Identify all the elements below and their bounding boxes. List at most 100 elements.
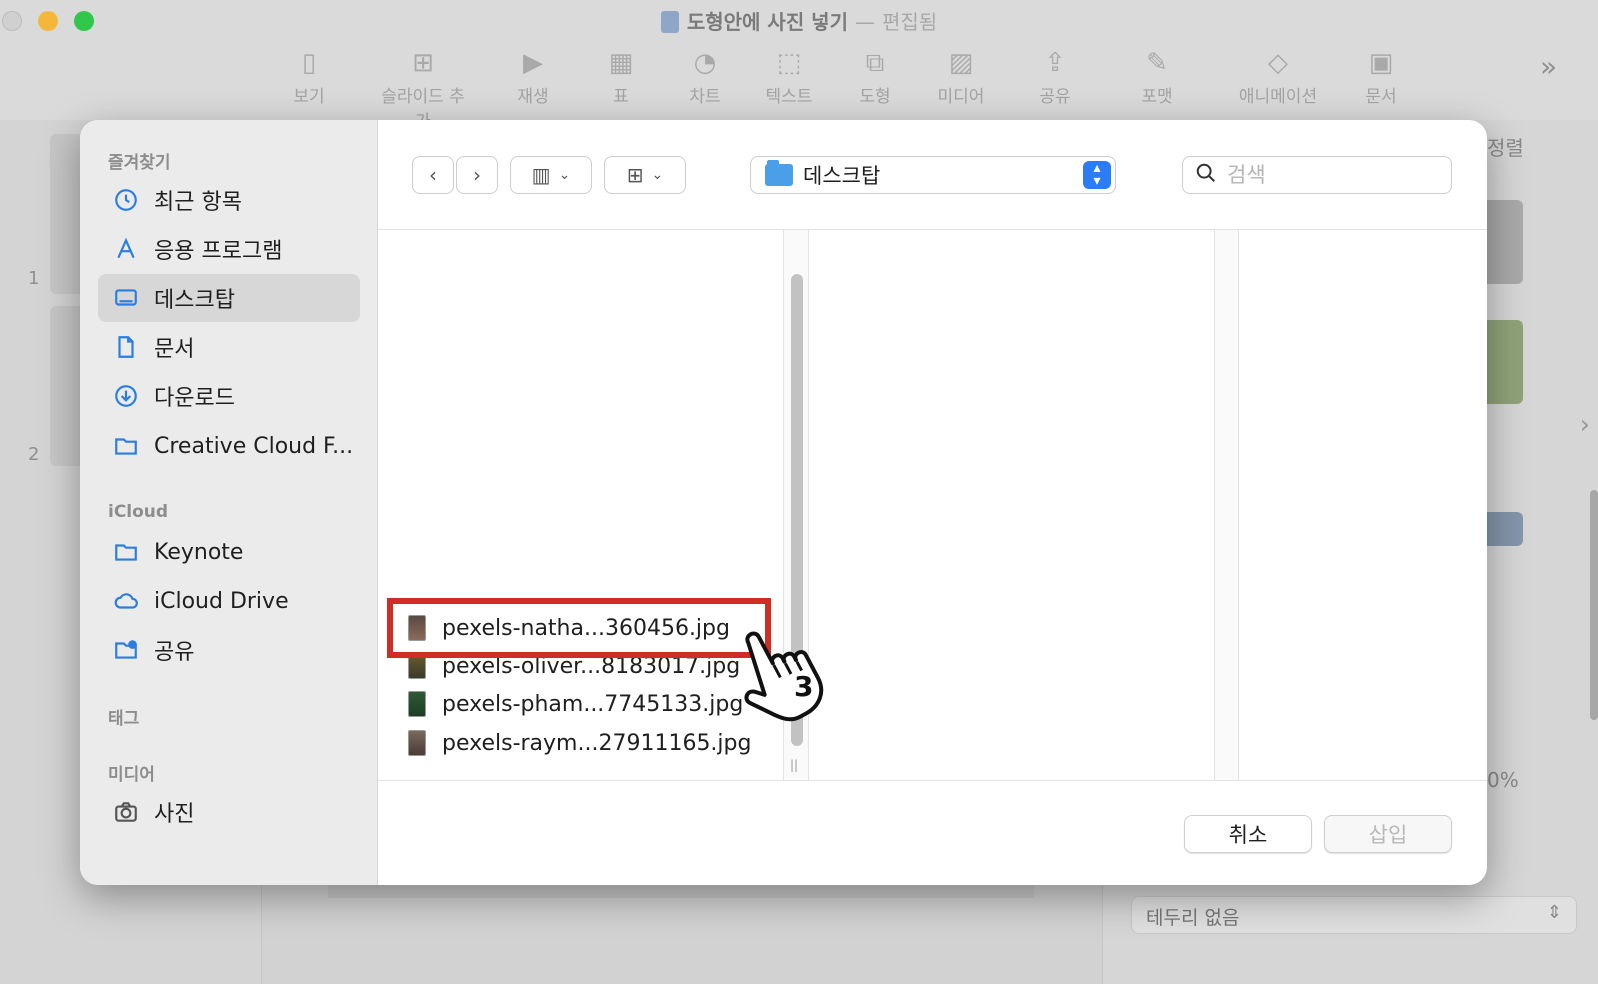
toolbar-label: 텍스트	[765, 87, 813, 107]
toolbar-label: 차트	[689, 87, 721, 107]
sidebar-item-documents[interactable]: 문서	[98, 323, 360, 371]
toolbar-overflow-button[interactable]: »	[1540, 50, 1557, 83]
document-icon: ▣	[1368, 48, 1394, 78]
sidebar-item-desktop[interactable]: 데스크탑	[98, 274, 360, 322]
media-icon: ▨	[948, 48, 974, 78]
column-view-button[interactable]: ▥ ⌄	[510, 156, 592, 194]
search-field[interactable]	[1182, 156, 1452, 194]
inspector-tab-arrange[interactable]: 정렬	[1487, 132, 1524, 161]
file-item[interactable]: pexels-pham...7745133.jpg	[408, 686, 743, 722]
sidebar-item-label: 응용 프로그램	[154, 239, 283, 264]
title-bar: 도형안에 사진 넣기 — 편집됨 ▯ 보기 ⊞슬라이드 추가 ▶ 재생 ▦표 ◔ 차트…	[0, 0, 1598, 132]
toolbar-chart-button[interactable]: ◔ 차트	[660, 44, 750, 107]
step-number: 3	[794, 670, 813, 703]
toolbar-document-button[interactable]: ▣ 문서	[1336, 44, 1426, 107]
text-icon: ⬚	[776, 48, 802, 78]
share-icon: ⇪	[1044, 48, 1066, 78]
sidebar-item-keynote[interactable]: Keynote	[98, 528, 360, 576]
chevron-left-icon: ‹	[429, 163, 437, 187]
insert-button[interactable]: 삽입	[1324, 815, 1452, 853]
chevron-updown-icon: ▴ ▾	[1083, 161, 1111, 189]
file-item[interactable]: pexels-raym...27911165.jpg	[408, 725, 751, 761]
slide-number: 1	[28, 268, 40, 289]
sidebar-section-tags: 태그	[108, 709, 140, 729]
hand-pointer-icon: 3	[744, 631, 824, 722]
sidebar-item-label: 사진	[154, 802, 195, 827]
file-name: pexels-pham...7745133.jpg	[442, 691, 744, 717]
document-name: 도형안에 사진 넣기	[686, 10, 848, 34]
search-input[interactable]	[1227, 163, 1437, 187]
opacity-value[interactable]: 0%	[1487, 768, 1519, 792]
sidebar-item-recents[interactable]: 최근 항목	[98, 176, 360, 224]
sidebar-item-downloads[interactable]: 다운로드	[98, 372, 360, 420]
download-icon	[112, 382, 140, 410]
sidebar-item-label: iCloud Drive	[154, 588, 289, 614]
sidebar-item-label: 최근 항목	[154, 190, 242, 215]
group-view-button[interactable]: ⊞ ⌄	[604, 156, 686, 194]
chevron-down-icon: ⌄	[558, 167, 571, 183]
toolbar-play-button[interactable]: ▶ 재생	[488, 44, 578, 107]
keynote-document-icon	[660, 11, 679, 33]
applications-icon	[112, 235, 140, 263]
play-icon: ▶	[523, 48, 543, 78]
shape-icon: ⧉	[865, 48, 885, 78]
search-icon	[1195, 162, 1217, 188]
column-browser: pexels-natha...360456.jpg pexels-oliver.…	[378, 230, 1487, 780]
image-thumbnail	[408, 691, 426, 717]
toolbar-text-button[interactable]: ⬚ 텍스트	[744, 44, 834, 107]
sidebar-icon: ▯	[301, 48, 317, 78]
back-button[interactable]: ‹	[412, 156, 454, 194]
location-label: 데스크탑	[803, 164, 881, 188]
cloud-icon	[112, 587, 140, 615]
toolbar-label: 공유	[1039, 87, 1071, 107]
inspector-scrollbar[interactable]	[1590, 490, 1598, 720]
border-style-select[interactable]: 테두리 없음 ⇕	[1131, 896, 1577, 934]
toolbar-share-button[interactable]: ⇪ 공유	[1010, 44, 1100, 107]
column-divider[interactable]	[1215, 230, 1239, 780]
sidebar-item-label: Creative Cloud F...	[154, 433, 354, 459]
toolbar-media-button[interactable]: ▨ 미디어	[916, 44, 1006, 107]
sidebar-item-photos[interactable]: 사진	[98, 788, 360, 836]
toolbar-label: 재생	[517, 87, 549, 107]
toolbar-format-button[interactable]: ✎ 포맷	[1112, 44, 1212, 107]
toolbar-animate-button[interactable]: ◇ 애니메이션	[1220, 44, 1336, 107]
file-name: pexels-raym...27911165.jpg	[442, 730, 752, 756]
chart-icon: ◔	[693, 48, 717, 78]
clock-icon	[112, 186, 140, 214]
table-icon: ▦	[608, 48, 634, 78]
image-thumbnail	[408, 730, 426, 756]
sidebar-item-creative-cloud[interactable]: Creative Cloud F...	[98, 422, 360, 470]
shared-folder-icon	[112, 636, 140, 664]
sidebar-item-shared[interactable]: 공유	[98, 626, 360, 674]
sidebar-item-label: Keynote	[154, 539, 244, 565]
sidebar-item-label: 다운로드	[154, 386, 235, 411]
column-resize-handle[interactable]: ||	[790, 758, 798, 772]
grid-icon: ⊞	[626, 163, 644, 187]
chevron-right-icon: ›	[473, 163, 481, 187]
toolbar-label: 포맷	[1141, 87, 1173, 107]
dialog-footer: 취소 삽입	[378, 780, 1487, 885]
cancel-button[interactable]: 취소	[1184, 815, 1312, 853]
toolbar-shape-button[interactable]: ⧉ 도형	[830, 44, 920, 107]
chevron-down-icon: ⌄	[651, 167, 664, 183]
chevron-right-icon[interactable]: ›	[1580, 410, 1590, 440]
location-popup[interactable]: 데스크탑 ▴ ▾	[750, 156, 1116, 194]
dialog-toolbar: ‹ › ▥ ⌄ ⊞ ⌄ 데스크탑 ▴ ▾	[378, 120, 1487, 230]
sidebar-item-applications[interactable]: 응용 프로그램	[98, 225, 360, 273]
toolbar-view-button[interactable]: ▯ 보기	[264, 44, 354, 107]
sidebar-item-label: 데스크탑	[154, 288, 235, 313]
sidebar-item-label: 공유	[154, 640, 195, 665]
browser-column: pexels-natha...360456.jpg pexels-oliver.…	[378, 230, 783, 780]
folder-icon	[112, 432, 140, 460]
window-title: 도형안에 사진 넣기 — 편집됨	[0, 6, 1598, 35]
toolbar-label: 보기	[293, 87, 325, 107]
sidebar-item-icloud-drive[interactable]: iCloud Drive	[98, 577, 360, 625]
camera-icon	[112, 798, 140, 826]
toolbar-table-button[interactable]: ▦ 표	[576, 44, 666, 107]
toolbar-add-slide-button[interactable]: ⊞슬라이드 추가	[376, 44, 470, 132]
format-brush-icon: ✎	[1146, 48, 1168, 78]
dialog-sidebar: 즐겨찾기 최근 항목 응용 프로그램 데스크탑 문서 다운로드 Creative…	[80, 120, 378, 885]
toolbar-label: 도형	[859, 87, 891, 107]
title-separator: —	[854, 10, 875, 34]
forward-button[interactable]: ›	[456, 156, 498, 194]
